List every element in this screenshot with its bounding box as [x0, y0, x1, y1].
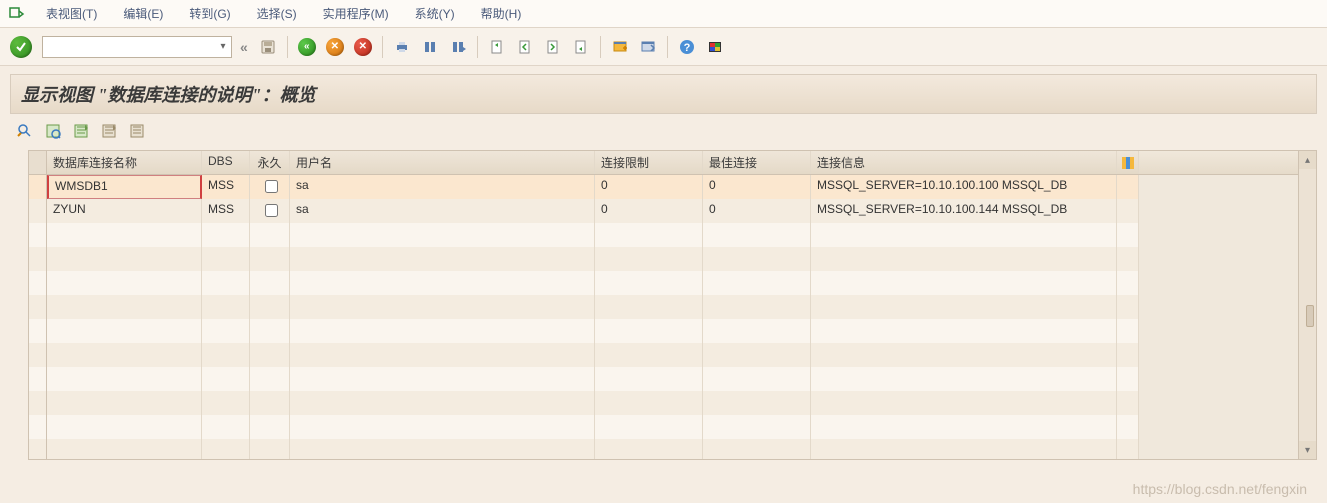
cell-user[interactable]: sa [290, 175, 595, 199]
app-icon [6, 4, 26, 24]
header-user[interactable]: 用户名 [290, 151, 595, 174]
main-toolbar: ▾ « « ✕ ✕ ? [0, 28, 1327, 66]
cell-name[interactable]: ZYUN [47, 199, 202, 223]
data-table: 数据库连接名称 DBS 永久 用户名 连接限制 最佳连接 连接信息 WMSDB1… [29, 151, 1298, 459]
row-selector[interactable] [29, 175, 47, 199]
cell-limit[interactable]: 0 [595, 175, 703, 199]
menu-goto[interactable]: 转到(G) [183, 1, 236, 26]
details-button[interactable] [42, 120, 64, 142]
menu-edit[interactable]: 编辑(E) [117, 1, 169, 26]
cancel-button[interactable]: ✕ [351, 35, 375, 59]
sub-toolbar [0, 114, 1327, 146]
print-button[interactable] [390, 35, 414, 59]
table-row-empty [29, 319, 1298, 343]
perm-checkbox[interactable] [265, 204, 278, 217]
scroll-up-icon[interactable]: ▴ [1299, 151, 1316, 169]
generate-shortcut-button[interactable] [636, 35, 660, 59]
table-row-empty [29, 391, 1298, 415]
enter-button[interactable] [10, 36, 32, 58]
select-all-button[interactable] [70, 120, 92, 142]
menu-select[interactable]: 选择(S) [251, 1, 303, 26]
cell-info[interactable]: MSSQL_SERVER=10.10.100.144 MSSQL_DB [811, 199, 1117, 223]
command-field[interactable]: ▾ [42, 36, 232, 58]
scroll-down-icon[interactable]: ▾ [1299, 441, 1316, 459]
new-session-button[interactable] [608, 35, 632, 59]
menu-bar: 表视图(T) 编辑(E) 转到(G) 选择(S) 实用程序(M) 系统(Y) 帮… [0, 0, 1327, 28]
header-selector[interactable] [29, 151, 47, 174]
table-row-empty [29, 295, 1298, 319]
cell-dbs[interactable]: MSS [202, 175, 250, 199]
table-row-empty [29, 343, 1298, 367]
scroll-grip-icon[interactable] [1306, 305, 1314, 327]
cell-info[interactable]: MSSQL_SERVER=10.10.100.100 MSSQL_DB [811, 175, 1117, 199]
table-row[interactable]: ZYUNMSSsa00MSSQL_SERVER=10.10.100.144 MS… [29, 199, 1298, 223]
help-button[interactable]: ? [675, 35, 699, 59]
history-back-icon[interactable]: « [236, 39, 252, 55]
header-perm[interactable]: 永久 [250, 151, 290, 174]
header-dbs[interactable]: DBS [202, 151, 250, 174]
cell-best[interactable]: 0 [703, 199, 811, 223]
next-page-button[interactable] [541, 35, 565, 59]
header-info[interactable]: 连接信息 [811, 151, 1117, 174]
command-input[interactable] [43, 40, 215, 54]
header-best[interactable]: 最佳连接 [703, 151, 811, 174]
table-row-empty [29, 247, 1298, 271]
cell-perm[interactable] [250, 199, 290, 223]
menu-table-view[interactable]: 表视图(T) [40, 1, 103, 26]
select-block-button[interactable] [98, 120, 120, 142]
layout-button[interactable] [703, 35, 727, 59]
save-button[interactable] [256, 35, 280, 59]
table-row-empty [29, 223, 1298, 247]
table-header: 数据库连接名称 DBS 永久 用户名 连接限制 最佳连接 连接信息 [29, 151, 1298, 175]
display-change-button[interactable] [14, 120, 36, 142]
table-row[interactable]: WMSDB1MSSsa00MSSQL_SERVER=10.10.100.100 … [29, 175, 1298, 199]
find-next-button[interactable] [446, 35, 470, 59]
perm-checkbox[interactable] [265, 180, 278, 193]
table-container: 数据库连接名称 DBS 永久 用户名 连接限制 最佳连接 连接信息 WMSDB1… [28, 150, 1317, 460]
menu-utilities[interactable]: 实用程序(M) [317, 1, 395, 26]
cell-cfg [1117, 199, 1139, 223]
header-limit[interactable]: 连接限制 [595, 151, 703, 174]
last-page-button[interactable] [569, 35, 593, 59]
table-row-empty [29, 271, 1298, 295]
table-row-empty [29, 415, 1298, 439]
cell-user[interactable]: sa [290, 199, 595, 223]
watermark: https://blog.csdn.net/fengxin [1133, 481, 1307, 497]
table-row-empty [29, 439, 1298, 459]
svg-text:?: ? [683, 42, 690, 54]
vertical-scrollbar[interactable]: ▴ ▾ [1298, 151, 1316, 459]
cell-dbs[interactable]: MSS [202, 199, 250, 223]
table-body: WMSDB1MSSsa00MSSQL_SERVER=10.10.100.100 … [29, 175, 1298, 459]
find-button[interactable] [418, 35, 442, 59]
cell-perm[interactable] [250, 175, 290, 199]
table-row-empty [29, 367, 1298, 391]
back-button[interactable]: « [295, 35, 319, 59]
deselect-all-button[interactable] [126, 120, 148, 142]
row-selector[interactable] [29, 199, 47, 223]
menu-help[interactable]: 帮助(H) [475, 1, 528, 26]
configure-columns-icon[interactable] [1117, 151, 1138, 174]
cell-limit[interactable]: 0 [595, 199, 703, 223]
cell-cfg [1117, 175, 1139, 199]
command-dropdown-icon[interactable]: ▾ [215, 41, 231, 52]
menu-system[interactable]: 系统(Y) [409, 1, 461, 26]
header-name[interactable]: 数据库连接名称 [47, 151, 202, 174]
first-page-button[interactable] [485, 35, 509, 59]
prev-page-button[interactable] [513, 35, 537, 59]
cell-best[interactable]: 0 [703, 175, 811, 199]
cell-name[interactable]: WMSDB1 [47, 175, 202, 199]
header-configure[interactable] [1117, 151, 1139, 174]
exit-button[interactable]: ✕ [323, 35, 347, 59]
page-title: 显示视图 "数据库连接的说明"：概览 [10, 74, 1317, 114]
